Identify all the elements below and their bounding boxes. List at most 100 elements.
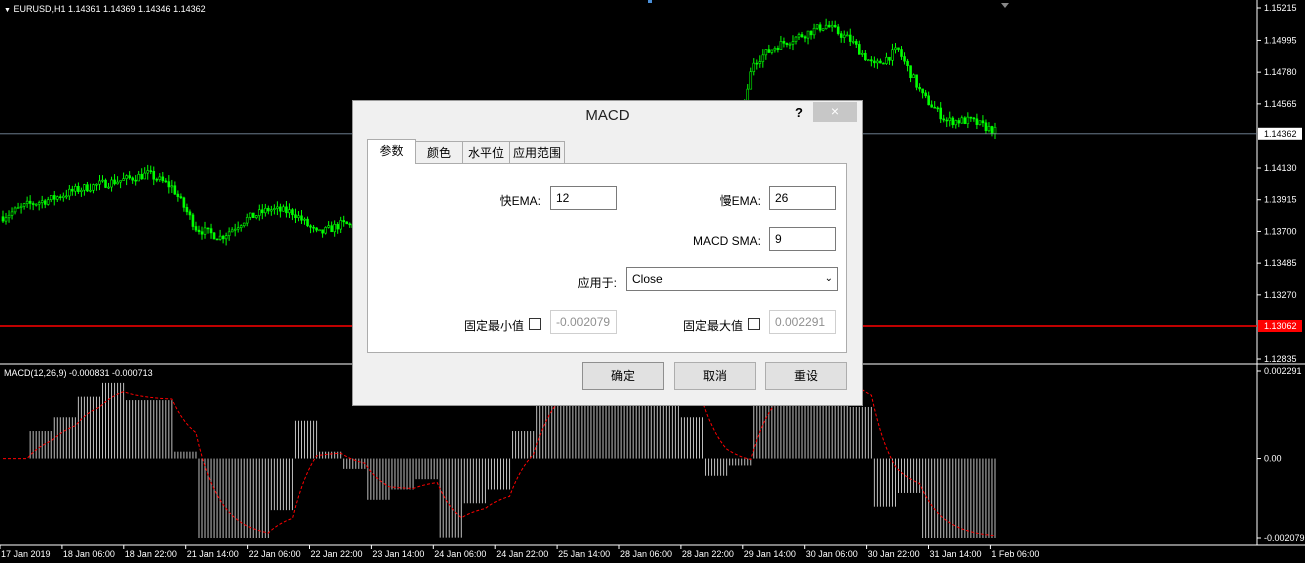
apply-to-select[interactable]: Close ⌄: [626, 267, 838, 291]
candle-body: [134, 179, 137, 182]
price-tick-label: 1.14995: [1264, 35, 1297, 45]
candle-body: [960, 117, 964, 124]
candle-body: [212, 232, 216, 240]
tab-levels[interactable]: 水平位: [462, 141, 510, 163]
price-tick-label: 1.13270: [1264, 290, 1297, 300]
apply-to-value: Close: [632, 272, 663, 286]
macd-sma-input[interactable]: 9: [769, 227, 836, 251]
candle-body: [291, 209, 294, 216]
candle-body: [773, 48, 777, 51]
time-tick-label: 22 Jan 06:00: [249, 549, 301, 559]
candle-body: [227, 231, 231, 236]
candle-body: [86, 184, 89, 192]
time-tick-label: 23 Jan 14:00: [372, 549, 424, 559]
candle-body: [158, 176, 162, 180]
candle-body: [951, 117, 955, 126]
candle-body: [22, 203, 26, 207]
candle-body: [924, 92, 927, 97]
candle-body: [803, 36, 807, 39]
time-tick-label: 30 Jan 06:00: [806, 549, 858, 559]
time-tick-label: 29 Jan 14:00: [744, 549, 796, 559]
candle-body: [776, 48, 780, 50]
candle-body: [137, 174, 140, 182]
candle-body: [267, 207, 270, 212]
candle-body: [854, 41, 858, 45]
fixed-max-input[interactable]: 0.002291: [769, 310, 836, 334]
candle-body: [80, 189, 83, 192]
candle-body: [984, 122, 988, 132]
dialog-title: MACD: [585, 107, 630, 124]
candle-body: [176, 193, 180, 197]
time-tick-label: 28 Jan 22:00: [682, 549, 734, 559]
candle-body: [236, 227, 240, 230]
chevron-down-icon: ⌄: [824, 273, 833, 284]
candle-body: [324, 227, 327, 234]
candle-body: [833, 24, 837, 28]
candle-body: [767, 49, 771, 53]
candle-body: [848, 34, 852, 42]
candle-body: [209, 228, 213, 234]
candle-body: [4, 217, 8, 222]
candle-body: [224, 235, 228, 240]
ok-button[interactable]: 确定: [582, 362, 664, 390]
candle-body: [74, 186, 77, 192]
candle-body: [179, 196, 183, 199]
reset-button[interactable]: 重设: [765, 362, 847, 390]
candle-body: [251, 212, 255, 219]
scroll-marker-icon: [648, 0, 652, 3]
candle-body: [264, 207, 267, 214]
candle-body: [993, 126, 997, 134]
shift-marker-icon: [1001, 3, 1009, 8]
parameters-panel: 快EMA: 12 慢EMA: 26 MACD SMA: 9 应用于: Close…: [367, 163, 847, 353]
candle-body: [918, 86, 921, 90]
candle-body: [71, 188, 74, 192]
time-tick-label: 21 Jan 14:00: [187, 549, 239, 559]
candle-body: [242, 222, 246, 227]
fixed-max-checkbox[interactable]: [748, 318, 760, 330]
candle-body: [170, 185, 174, 188]
candle-body: [49, 195, 53, 200]
level-price-label: 1.13062: [1264, 321, 1297, 331]
slow-ema-input[interactable]: 26: [769, 186, 836, 210]
candle-body: [876, 60, 879, 64]
time-tick-label: 24 Jan 06:00: [434, 549, 486, 559]
time-tick-label: 25 Jan 14:00: [558, 549, 610, 559]
candle-body: [149, 170, 153, 172]
fixed-max-label: 固定最大值: [682, 319, 743, 333]
candle-body: [954, 120, 958, 126]
candle-body: [52, 195, 56, 200]
candle-body: [315, 227, 318, 231]
help-button[interactable]: ?: [791, 103, 807, 123]
symbol-header: ▼ EURUSD,H1 1.14361 1.14369 1.14346 1.14…: [4, 4, 206, 14]
candle-body: [969, 116, 973, 119]
price-tick-label: 1.13915: [1264, 195, 1297, 205]
candle-body: [779, 41, 783, 50]
dropdown-triangle-icon[interactable]: ▼: [4, 7, 11, 14]
candle-body: [58, 196, 62, 199]
cancel-button[interactable]: 取消: [674, 362, 756, 390]
tab-parameters[interactable]: 参数: [367, 139, 416, 164]
candle-body: [92, 184, 95, 191]
tab-visualization[interactable]: 应用范围: [509, 141, 565, 163]
candle-body: [122, 178, 125, 181]
candle-body: [945, 119, 949, 122]
fixed-min-input[interactable]: -0.002079: [550, 310, 617, 334]
apply-to-label: 应用于:: [577, 276, 617, 290]
tab-colors[interactable]: 颜色: [415, 141, 463, 163]
fast-ema-input[interactable]: 12: [550, 186, 617, 210]
candle-body: [339, 220, 342, 230]
candle-body: [155, 178, 159, 181]
fixed-min-checkbox[interactable]: [529, 318, 541, 330]
time-tick-label: 30 Jan 22:00: [868, 549, 920, 559]
close-button[interactable]: ×: [813, 102, 857, 122]
candle-body: [312, 226, 315, 229]
candle-body: [294, 214, 297, 219]
candle-body: [31, 203, 35, 205]
candle-body: [936, 107, 939, 110]
candle-body: [746, 88, 750, 101]
candle-body: [37, 202, 41, 205]
macd-tick-label: 0.00: [1264, 454, 1282, 464]
candle-body: [927, 95, 930, 106]
candle-body: [897, 47, 900, 50]
candle-body: [116, 181, 119, 185]
